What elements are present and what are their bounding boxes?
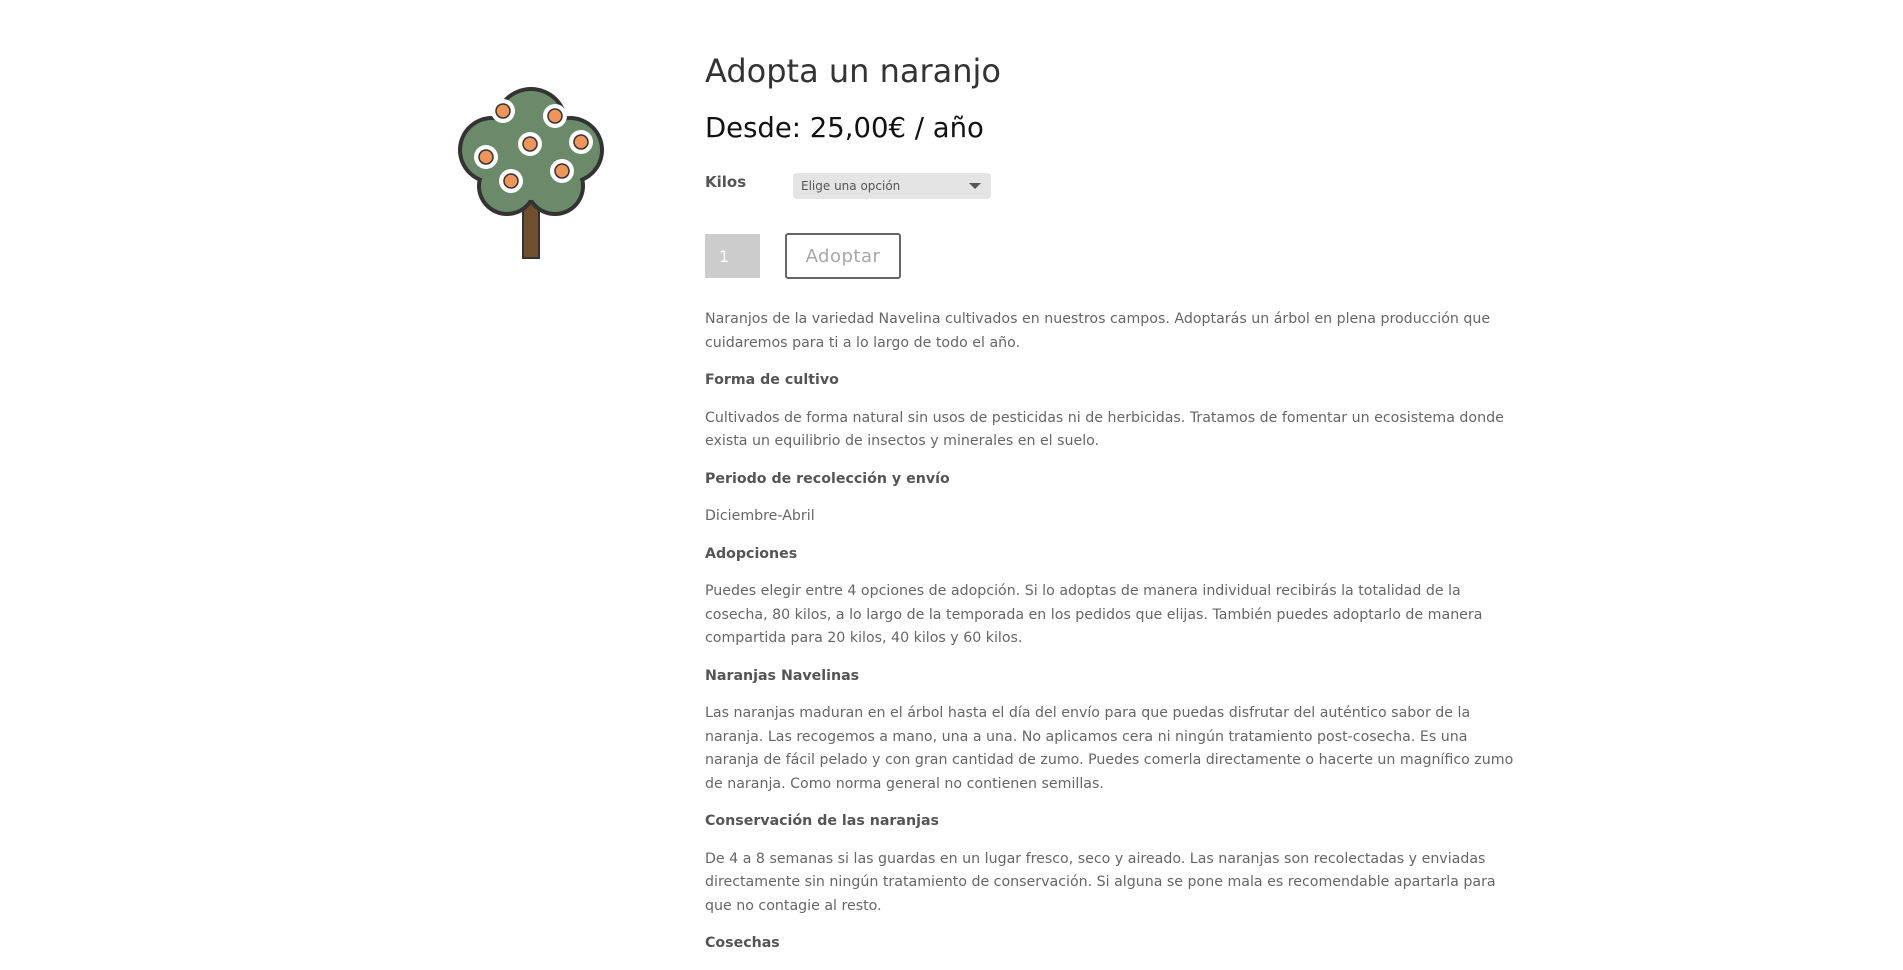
section-heading: Adopciones [705, 545, 798, 562]
section-heading: Conservación de las naranjas [705, 813, 939, 829]
adopt-button[interactable]: Adoptar [785, 233, 901, 279]
product-price: Desde: 25,00€ / año [705, 112, 984, 144]
quantity-input[interactable] [705, 234, 760, 278]
description-intro: Naranjos de la variedad Navelina cultiva… [705, 311, 1491, 351]
section-text: De 4 a 8 semanas si las guardas en un lu… [705, 850, 1496, 914]
section-text: Las naranjas maduran en el árbol hasta e… [705, 705, 1514, 792]
variation-label: Kilos [705, 173, 747, 191]
section-text: Puedes elegir entre 4 opciones de adopci… [705, 583, 1483, 646]
product-title: Adopta un naranjo [705, 52, 1001, 90]
section-heading: Periodo de recolección y envío [705, 470, 950, 487]
section-heading: Naranjas Navelinas [705, 667, 860, 684]
section-text: Diciembre-Abril [705, 508, 815, 524]
section-text: Cultivados de forma natural sin usos de … [705, 409, 1504, 450]
kilos-select[interactable]: Elige una opción [793, 173, 991, 199]
section-heading: Cosechas [705, 935, 780, 951]
kilos-select-value: Elige una opción [801, 179, 901, 193]
product-image[interactable] [452, 84, 610, 263]
orange-tree-icon [458, 87, 604, 259]
chevron-down-icon [969, 183, 981, 189]
section-heading: Forma de cultivo [705, 372, 839, 388]
product-description: Naranjos de la variedad Navelina cultiva… [705, 308, 1515, 970]
